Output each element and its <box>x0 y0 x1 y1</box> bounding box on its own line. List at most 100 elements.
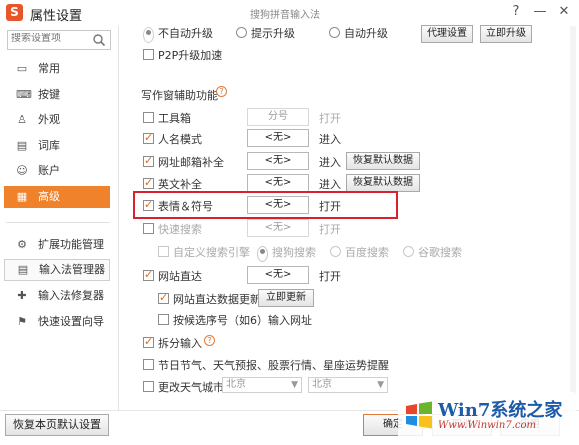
city-select[interactable]: 北京 ▼ <box>308 377 388 393</box>
split-input-checkbox[interactable] <box>143 335 154 348</box>
monitor-icon: ▭ <box>16 62 28 75</box>
sidebar-item-label: 外观 <box>38 113 60 126</box>
name-mode-hotkey[interactable]: <无> <box>247 129 309 147</box>
sidebar-item-common[interactable]: ▭ 常用 <box>4 58 110 80</box>
radio-prompt-upgrade[interactable] <box>236 27 247 38</box>
update-now-button[interactable]: 立即更新 <box>258 289 314 307</box>
search-input[interactable] <box>11 33 91 44</box>
english-restore-button[interactable]: 恢复默认数据 <box>346 174 420 192</box>
repair-icon: ✚ <box>17 289 27 302</box>
book-icon: ▤ <box>16 139 28 152</box>
toolbox-label: 工具箱 <box>158 112 191 125</box>
sidebar-tool-ime-manager[interactable]: ▤ 输入法管理器 <box>4 259 110 281</box>
restore-defaults-button[interactable]: 恢复本页默认设置 <box>5 414 109 436</box>
radio-label: 不自动升级 <box>158 27 213 40</box>
url-mail-action: 进入 <box>319 156 341 169</box>
weather-city-checkbox[interactable] <box>143 381 154 392</box>
radio-label: 百度搜索 <box>345 246 389 259</box>
sidebar-item-label: 账户 <box>38 164 60 177</box>
watermark: Win7系统之家 Www.Winwin7.com <box>398 392 576 440</box>
radio-sogou-search[interactable] <box>257 246 268 262</box>
help-icon[interactable]: ? <box>216 86 227 97</box>
watermark-text: Win7系统之家 <box>438 400 563 421</box>
upgrade-now-button[interactable]: 立即升级 <box>480 25 532 43</box>
city-value: 北京 <box>312 379 332 390</box>
app-name: 搜狗拼音输入法 <box>250 10 320 21</box>
help-button[interactable]: ? <box>505 3 527 21</box>
chevron-down-icon: ▼ <box>377 380 384 390</box>
p2p-label: P2P升级加速 <box>158 49 223 62</box>
holiday-reminder-checkbox[interactable] <box>143 359 154 370</box>
holiday-reminder-label: 节日节气、天气预报、股票行情、星座运势提醒 <box>158 359 389 372</box>
sidebar-item-advanced[interactable]: ▦ 高级 <box>4 186 110 208</box>
sidebar-tool-label: 快速设置向导 <box>38 315 104 328</box>
sidebar-item-account[interactable]: ☺ 账户 <box>4 160 110 182</box>
custom-engine-checkbox[interactable] <box>158 246 169 257</box>
minimize-button[interactable]: — <box>529 3 551 21</box>
site-direct-hotkey[interactable]: <无> <box>247 266 309 284</box>
sogou-logo-icon: S <box>6 4 23 21</box>
candidate-url-checkbox[interactable] <box>158 314 169 325</box>
radio-label: 自动升级 <box>344 27 388 40</box>
sidebar-item-dictionary[interactable]: ▤ 词库 <box>4 135 110 157</box>
proxy-settings-button[interactable]: 代理设置 <box>421 25 473 43</box>
scrollbar[interactable] <box>570 26 576 410</box>
name-mode-checkbox[interactable] <box>143 131 154 144</box>
radio-baidu-search[interactable] <box>330 246 341 257</box>
windows-logo-icon <box>406 401 432 429</box>
emoji-action: 打开 <box>319 200 341 213</box>
shirt-icon: ♙ <box>17 113 27 126</box>
site-update-label: 网站直达数据更新 <box>173 293 261 306</box>
emoji-checkbox[interactable] <box>143 198 154 211</box>
sidebar-item-label: 词库 <box>38 139 60 152</box>
weather-city-label: 更改天气城市 <box>158 381 224 394</box>
radio-auto-upgrade[interactable] <box>329 27 340 38</box>
chevron-down-icon: ▼ <box>291 380 298 390</box>
english-action: 进入 <box>319 178 341 191</box>
toolbox-checkbox[interactable] <box>143 112 154 123</box>
watermark-url: Www.Winwin7.com <box>438 420 536 431</box>
radio-google-search[interactable] <box>403 246 414 257</box>
radio-no-auto-upgrade[interactable] <box>143 27 154 43</box>
quick-search-hotkey[interactable]: <无> <box>247 219 309 237</box>
province-select[interactable]: 北京 ▼ <box>222 377 302 393</box>
sidebar-tool-label: 扩展功能管理 <box>38 238 104 251</box>
url-mail-checkbox[interactable] <box>143 154 154 167</box>
keyboard-icon: ⌨ <box>16 88 32 101</box>
sidebar-tool-ime-repair[interactable]: ✚ 输入法修复器 <box>4 285 110 307</box>
sidebar-tool-wizard[interactable]: ⚑ 快速设置向导 <box>4 311 110 333</box>
candidate-url-label: 按候选序号（如6）输入网址 <box>173 314 312 327</box>
search-icon[interactable] <box>92 33 106 47</box>
site-update-checkbox[interactable] <box>158 291 169 304</box>
radio-label: 搜狗搜索 <box>272 246 316 259</box>
quick-search-checkbox[interactable] <box>143 223 154 234</box>
grid-icon: ▦ <box>16 190 28 203</box>
toolbox-hotkey[interactable]: 分号 <box>247 108 309 126</box>
puzzle-icon: ⚙ <box>17 238 27 251</box>
emoji-label: 表情＆符号 <box>158 200 213 213</box>
sidebar-tool-label: 输入法管理器 <box>39 263 105 276</box>
sidebar-item-label: 常用 <box>38 62 60 75</box>
english-hotkey[interactable]: <无> <box>247 174 309 192</box>
p2p-checkbox[interactable] <box>143 49 154 60</box>
help-icon[interactable]: ? <box>204 335 215 346</box>
sidebar-tool-label: 输入法修复器 <box>38 289 104 302</box>
site-direct-label: 网站直达 <box>158 270 202 283</box>
english-label: 英文补全 <box>158 178 202 191</box>
site-direct-action: 打开 <box>319 270 341 283</box>
url-mail-restore-button[interactable]: 恢复默认数据 <box>346 152 420 170</box>
sidebar-tool-extensions[interactable]: ⚙ 扩展功能管理 <box>4 234 110 256</box>
name-mode-label: 人名模式 <box>158 133 202 146</box>
emoji-hotkey[interactable]: <无> <box>247 196 309 214</box>
site-direct-checkbox[interactable] <box>143 268 154 281</box>
url-mail-hotkey[interactable]: <无> <box>247 152 309 170</box>
english-checkbox[interactable] <box>143 176 154 189</box>
user-icon: ☺ <box>16 164 28 177</box>
close-button[interactable]: ✕ <box>553 3 575 21</box>
title-bar: S 属性设置 搜狗拼音输入法 ? — ✕ <box>0 0 579 26</box>
section-title: 写作窗辅助功能 <box>141 89 218 102</box>
sidebar-item-appearance[interactable]: ♙ 外观 <box>4 109 110 131</box>
sidebar-item-keys[interactable]: ⌨ 按键 <box>4 84 110 106</box>
search-box[interactable] <box>7 30 111 50</box>
radio-label: 谷歌搜索 <box>418 246 462 259</box>
